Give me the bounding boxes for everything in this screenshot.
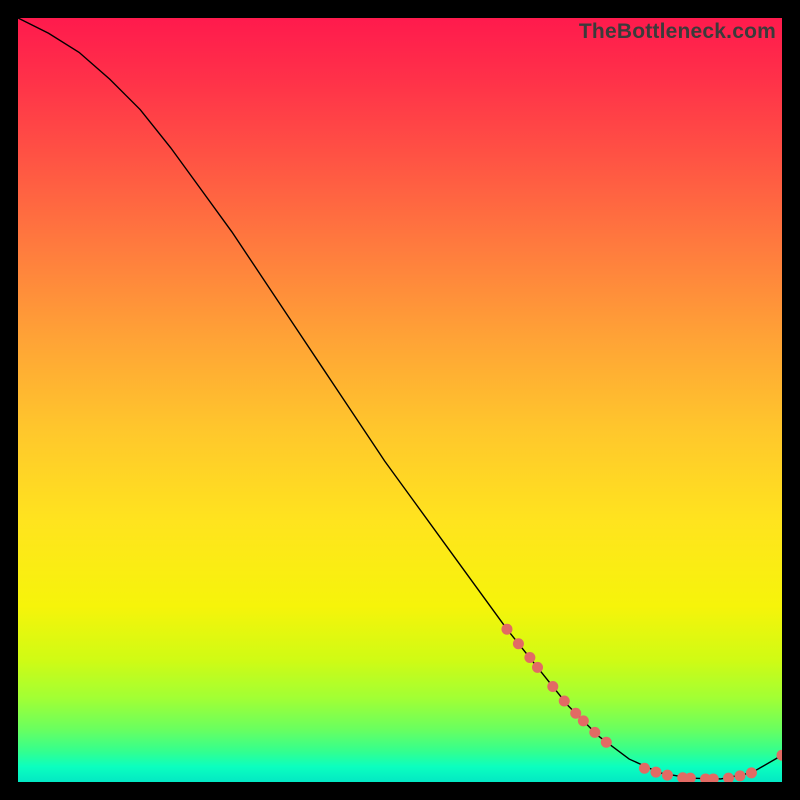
highlight-point — [578, 715, 589, 726]
highlight-point — [532, 662, 543, 673]
highlight-point — [559, 696, 570, 707]
highlight-point — [639, 763, 650, 774]
highlight-point — [601, 737, 612, 748]
highlight-point — [501, 624, 512, 635]
highlight-point — [524, 652, 535, 663]
chart-svg — [18, 18, 782, 782]
highlight-point — [723, 773, 734, 782]
highlight-point — [650, 767, 661, 778]
highlight-point — [746, 767, 757, 778]
highlight-point — [589, 727, 600, 738]
highlight-point — [734, 770, 745, 781]
highlight-points-group — [501, 624, 782, 782]
highlight-point — [777, 750, 783, 761]
highlight-point — [513, 638, 524, 649]
watermark-text: TheBottleneck.com — [579, 20, 776, 44]
highlight-point — [708, 773, 719, 782]
highlight-point — [547, 681, 558, 692]
highlight-point — [662, 770, 673, 781]
bottleneck-curve-path — [18, 18, 782, 779]
bottleneck-chart: TheBottleneck.com — [18, 18, 782, 782]
